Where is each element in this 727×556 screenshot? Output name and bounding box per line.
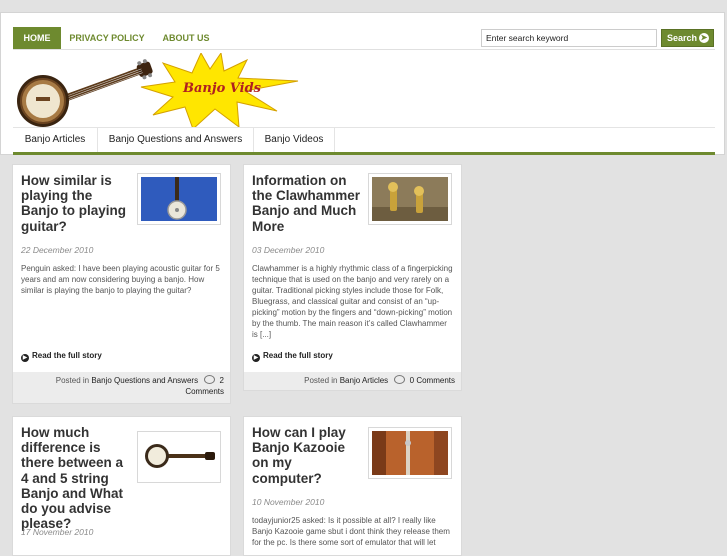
arrow-right-icon: ▶ <box>21 354 29 362</box>
banjo-white-photo-image <box>141 435 217 479</box>
post-thumbnail[interactable] <box>137 431 221 483</box>
nav-accent-bar <box>13 152 715 155</box>
main-navigation: Banjo Articles Banjo Questions and Answe… <box>13 127 715 155</box>
nav-home[interactable]: HOME <box>13 27 61 49</box>
nav-privacy-policy[interactable]: PRIVACY POLICY <box>65 27 149 49</box>
nav-banjo-questions-and-answers[interactable]: Banjo Questions and Answers <box>98 128 254 152</box>
comment-icon <box>394 375 406 384</box>
post-excerpt: todayjunior25 asked: Is it possible at a… <box>252 516 450 547</box>
post-card: Information on the Clawhammer Banjo and … <box>243 164 462 391</box>
banjo-kazooie-photo-image <box>372 431 448 475</box>
banjo-photo-image <box>141 177 217 221</box>
arrow-right-icon: ▶ <box>252 354 260 362</box>
site-logo[interactable]: Banjo Vids <box>15 51 305 130</box>
comments-link[interactable]: 0 Comments <box>410 376 455 385</box>
post-thumbnail[interactable] <box>368 427 452 479</box>
read-more-label: Read the full story <box>32 351 102 360</box>
post-date: 17 November 2010 <box>21 527 94 537</box>
post-meta: Posted in Banjo Articles 0 Comments <box>244 372 461 390</box>
post-date: 03 December 2010 <box>252 245 325 255</box>
post-card: How much difference is there between a 4… <box>12 416 231 556</box>
read-more-link[interactable]: ▶ Read the full story <box>21 351 102 362</box>
logo-text: Banjo Vids <box>182 81 262 96</box>
page: HOME PRIVACY POLICY ABOUT US Search ➤ <box>0 0 727 556</box>
read-more-link[interactable]: ▶ Read the full story <box>252 351 333 362</box>
post-title[interactable]: How can I play Banjo Kazooie on my compu… <box>252 425 364 486</box>
top-navigation: HOME PRIVACY POLICY ABOUT US Search ➤ <box>13 27 715 50</box>
category-link[interactable]: Banjo Questions and Answers <box>91 376 198 385</box>
post-title[interactable]: How similar is playing the Banjo to play… <box>21 173 133 234</box>
posted-in-label: Posted in <box>304 376 338 385</box>
post-card: How can I play Banjo Kazooie on my compu… <box>243 416 462 556</box>
post-excerpt: Clawhammer is a highly rhythmic class of… <box>252 264 453 339</box>
search-button[interactable]: Search ➤ <box>661 29 714 47</box>
search-input[interactable] <box>481 29 657 47</box>
post-title[interactable]: Information on the Clawhammer Banjo and … <box>252 173 364 234</box>
comment-icon <box>204 375 216 384</box>
posted-in-label: Posted in <box>55 376 90 385</box>
banjo-tuners-photo-image <box>372 177 448 221</box>
arrow-right-icon: ➤ <box>699 33 709 43</box>
post-thumbnail[interactable] <box>368 173 452 225</box>
post-excerpt: Penguin asked: I have been playing acous… <box>21 264 220 295</box>
nav-about-us[interactable]: ABOUT US <box>153 27 219 49</box>
post-date: 10 November 2010 <box>252 497 325 507</box>
category-link[interactable]: Banjo Articles <box>340 376 388 385</box>
post-title[interactable]: How much difference is there between a 4… <box>21 425 133 531</box>
nav-banjo-articles[interactable]: Banjo Articles <box>13 128 98 152</box>
post-card: How similar is playing the Banjo to play… <box>12 164 231 404</box>
read-more-label: Read the full story <box>263 351 333 360</box>
nav-banjo-videos[interactable]: Banjo Videos <box>254 128 335 152</box>
search-button-label: Search <box>667 33 698 43</box>
post-meta: Posted in Banjo Questions and Answers 2 … <box>13 372 230 403</box>
banjo-logo-graphic: Banjo Vids <box>17 51 299 130</box>
site-header: HOME PRIVACY POLICY ABOUT US Search ➤ <box>0 12 725 155</box>
post-date: 22 December 2010 <box>21 245 94 255</box>
post-thumbnail[interactable] <box>137 173 221 225</box>
